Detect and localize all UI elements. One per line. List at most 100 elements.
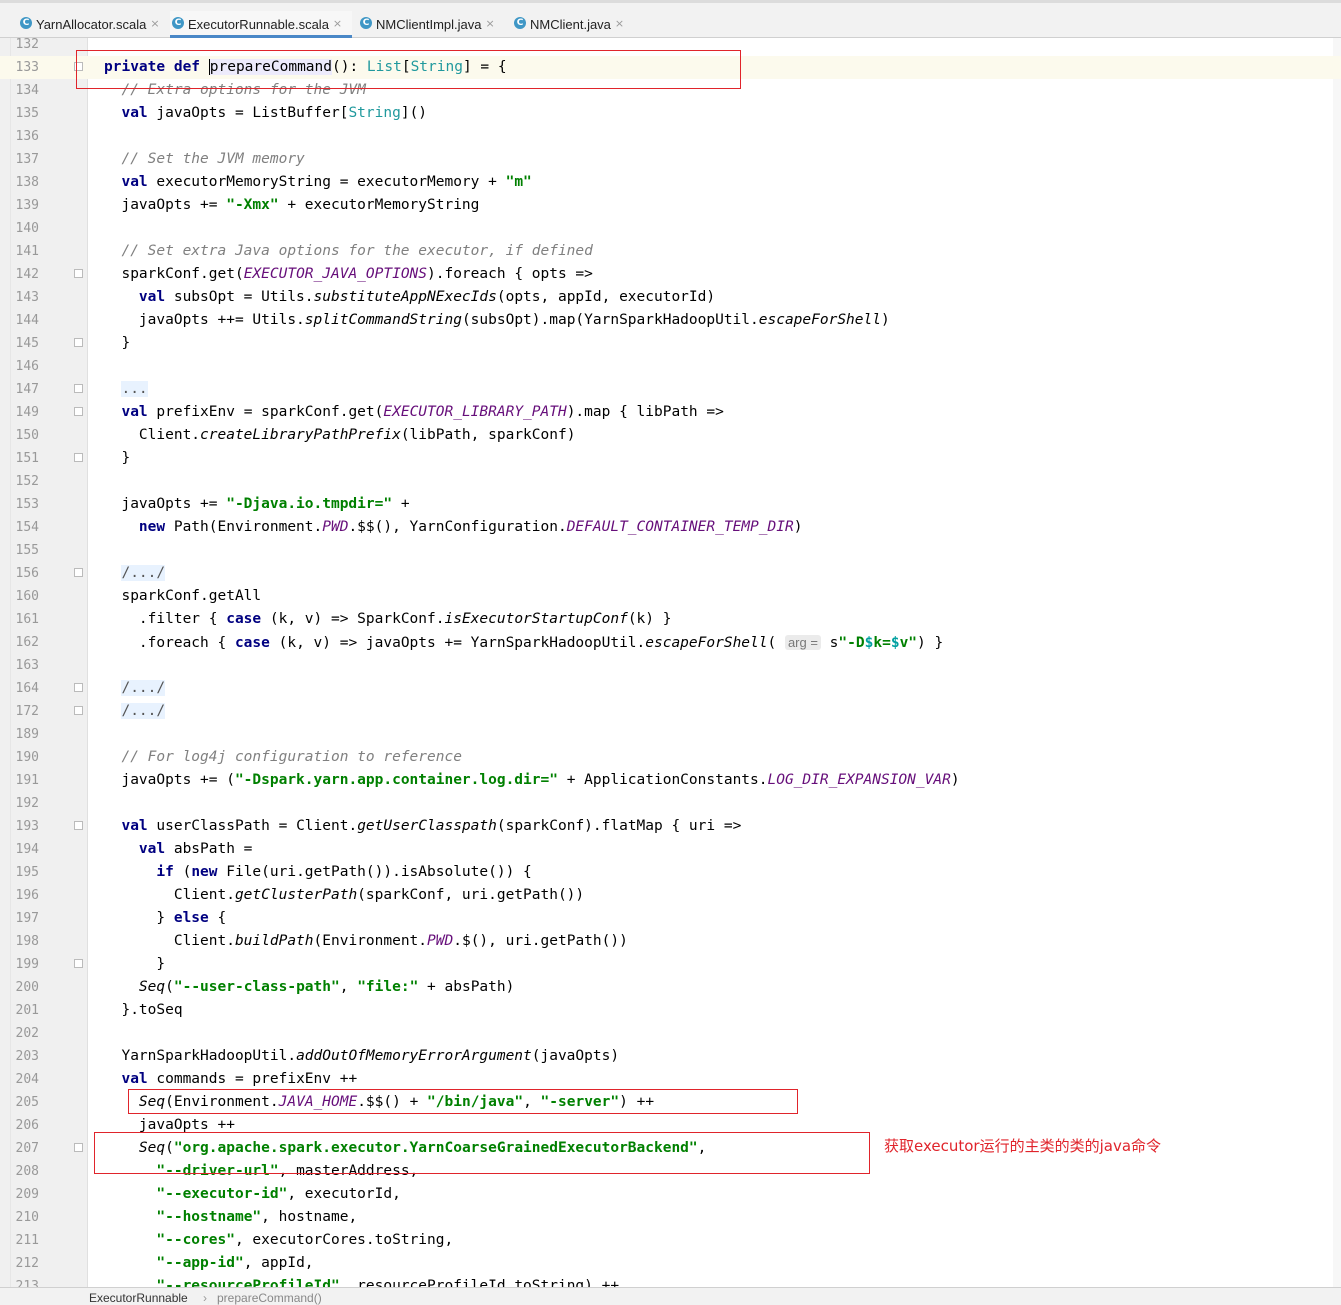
fold-toggle-icon[interactable] <box>74 683 83 692</box>
code-line[interactable]: 151 } <box>0 447 1341 470</box>
code-line[interactable]: 162 .foreach { case (k, v) => javaOpts +… <box>0 631 1341 654</box>
code-text: }.toSeq <box>104 999 182 1022</box>
code-token: "-Djava.io.tmpdir=" <box>226 496 393 512</box>
line-number: 192 <box>15 796 39 811</box>
fold-toggle-icon[interactable] <box>74 1143 83 1152</box>
fold-toggle-icon[interactable] <box>74 384 83 393</box>
code-line[interactable]: 136 <box>0 125 1341 148</box>
line-number: 144 <box>15 313 39 328</box>
code-line[interactable]: 143 val subsOpt = Utils.substituteAppNEx… <box>0 286 1341 309</box>
code-line[interactable]: 201 }.toSeq <box>0 999 1341 1022</box>
fold-toggle-icon[interactable] <box>74 568 83 577</box>
folded-region[interactable]: /.../ <box>121 565 166 581</box>
code-line[interactable]: 193 val userClassPath = Client.getUserCl… <box>0 815 1341 838</box>
code-line[interactable]: 140 <box>0 217 1341 240</box>
code-token: } <box>104 450 131 466</box>
code-token: , <box>339 979 358 995</box>
code-line[interactable]: 135 val javaOpts = ListBuffer[String]() <box>0 102 1341 125</box>
code-text: /.../ <box>104 562 166 585</box>
code-text: Client.getClusterPath(sparkConf, uri.get… <box>104 884 584 907</box>
code-line[interactable]: 145 } <box>0 332 1341 355</box>
code-token: val <box>104 841 174 857</box>
fold-toggle-icon[interactable] <box>74 453 83 462</box>
code-line[interactable]: 149 val prefixEnv = sparkConf.get(EXECUT… <box>0 401 1341 424</box>
code-line[interactable]: 211 "--cores", executorCores.toString, <box>0 1229 1341 1252</box>
fold-toggle-icon[interactable] <box>74 407 83 416</box>
code-line[interactable]: 138 val executorMemoryString = executorM… <box>0 171 1341 194</box>
code-line[interactable]: 141 // Set extra Java options for the ex… <box>0 240 1341 263</box>
code-line[interactable]: 161 .filter { case (k, v) => SparkConf.i… <box>0 608 1341 631</box>
code-token: "--user-class-path" <box>173 979 340 995</box>
folded-region[interactable]: ... <box>121 381 148 397</box>
code-line[interactable]: 210 "--hostname", hostname, <box>0 1206 1341 1229</box>
code-line[interactable]: 200 Seq("--user-class-path", "file:" + a… <box>0 976 1341 999</box>
code-token: Path(Environment. <box>173 519 323 535</box>
code-line[interactable]: 199 } <box>0 953 1341 976</box>
close-icon[interactable]: × <box>333 17 342 30</box>
line-number: 162 <box>15 635 39 650</box>
breadcrumb-file[interactable]: ExecutorRunnable <box>89 1291 188 1305</box>
code-line[interactable]: 146 <box>0 355 1341 378</box>
close-icon[interactable]: × <box>485 17 494 30</box>
code-line[interactable]: 197 } else { <box>0 907 1341 930</box>
folded-region[interactable]: /.../ <box>121 680 166 696</box>
code-line[interactable]: 150 Client.createLibraryPathPrefix(libPa… <box>0 424 1341 447</box>
code-line[interactable]: 155 <box>0 539 1341 562</box>
code-line[interactable]: 194 val absPath = <box>0 838 1341 861</box>
code-token: String <box>348 105 401 121</box>
code-line[interactable]: 196 Client.getClusterPath(sparkConf, uri… <box>0 884 1341 907</box>
code-line[interactable]: 160 sparkConf.getAll <box>0 585 1341 608</box>
close-icon[interactable]: × <box>615 17 624 30</box>
code-token: Seq <box>138 979 166 995</box>
line-number: 143 <box>15 290 39 305</box>
code-line[interactable]: 189 <box>0 723 1341 746</box>
code-line[interactable]: 147 ... <box>0 378 1341 401</box>
code-line[interactable]: 144 javaOpts ++= Utils.splitCommandStrin… <box>0 309 1341 332</box>
code-line[interactable]: 190 // For log4j configuration to refere… <box>0 746 1341 769</box>
close-icon[interactable]: × <box>150 17 159 30</box>
line-number: 207 <box>15 1141 39 1156</box>
code-line[interactable]: 142 sparkConf.get(EXECUTOR_JAVA_OPTIONS)… <box>0 263 1341 286</box>
code-token: "-D <box>838 635 865 651</box>
code-text: } <box>104 953 165 976</box>
code-line[interactable]: 212 "--app-id", appId, <box>0 1252 1341 1275</box>
highlight-box-java-home-seq <box>128 1089 798 1114</box>
code-line[interactable]: 139 javaOpts += "-Xmx" + executorMemoryS… <box>0 194 1341 217</box>
code-line[interactable]: 137 // Set the JVM memory <box>0 148 1341 171</box>
code-line[interactable]: 203 YarnSparkHadoopUtil.addOutOfMemoryEr… <box>0 1045 1341 1068</box>
line-number: 208 <box>15 1164 39 1179</box>
code-token: absPath = <box>173 841 253 857</box>
code-token: , appId, <box>243 1255 314 1271</box>
fold-toggle-icon[interactable] <box>74 821 83 830</box>
fold-toggle-icon[interactable] <box>74 706 83 715</box>
code-line[interactable]: 164 /.../ <box>0 677 1341 700</box>
line-number: 132 <box>15 37 39 52</box>
code-text: // Set the JVM memory <box>104 148 304 171</box>
code-token: EXECUTOR_JAVA_OPTIONS <box>243 266 428 282</box>
breadcrumb-method[interactable]: prepareCommand() <box>217 1291 322 1305</box>
line-number: 210 <box>15 1210 39 1225</box>
code-line[interactable]: 198 Client.buildPath(Environment.PWD.$()… <box>0 930 1341 953</box>
fold-toggle-icon[interactable] <box>74 269 83 278</box>
code-line[interactable]: 202 <box>0 1022 1341 1045</box>
line-number: 164 <box>15 681 39 696</box>
fold-toggle-icon[interactable] <box>74 959 83 968</box>
code-line[interactable]: 191 javaOpts += ("-Dspark.yarn.app.conta… <box>0 769 1341 792</box>
code-line[interactable]: 154 new Path(Environment.PWD.$$(), YarnC… <box>0 516 1341 539</box>
code-line[interactable]: 163 <box>0 654 1341 677</box>
code-token: new <box>104 519 174 535</box>
fold-toggle-icon[interactable] <box>74 338 83 347</box>
code-line[interactable]: 172 /.../ <box>0 700 1341 723</box>
code-line[interactable]: 192 <box>0 792 1341 815</box>
code-line[interactable]: 156 /.../ <box>0 562 1341 585</box>
code-line[interactable]: 209 "--executor-id", executorId, <box>0 1183 1341 1206</box>
folded-region[interactable]: /.../ <box>121 703 166 719</box>
code-token: (sparkConf).flatMap { uri => <box>496 818 742 834</box>
code-line[interactable]: 152 <box>0 470 1341 493</box>
code-line[interactable]: 195 if (new File(uri.getPath()).isAbsolu… <box>0 861 1341 884</box>
code-line[interactable]: 204 val commands = prefixEnv ++ <box>0 1068 1341 1091</box>
code-text: "--app-id", appId, <box>104 1252 314 1275</box>
code-line[interactable]: 153 javaOpts += "-Djava.io.tmpdir=" + <box>0 493 1341 516</box>
